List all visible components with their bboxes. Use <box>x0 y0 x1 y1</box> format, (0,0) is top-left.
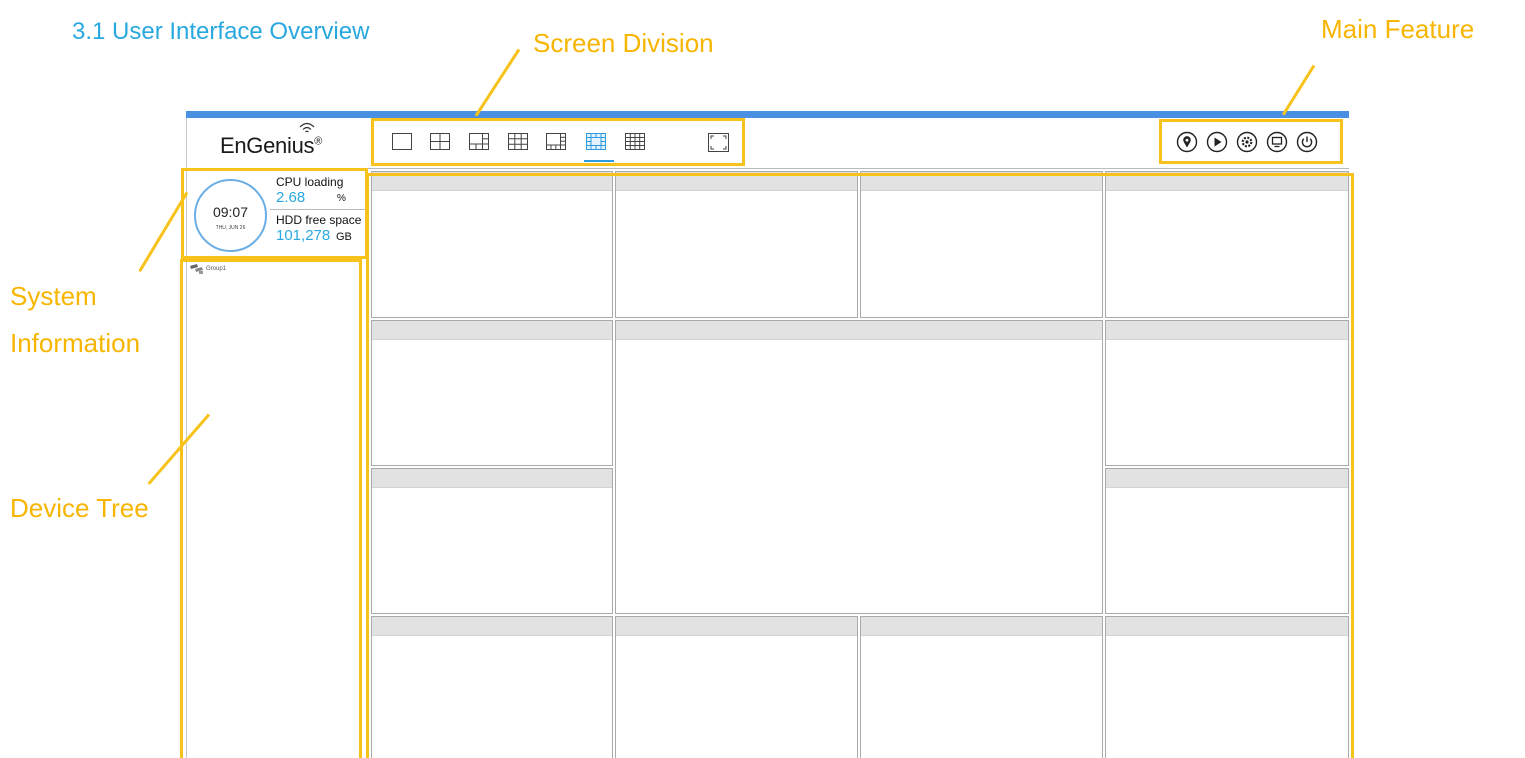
device-tree-highlight <box>180 259 362 758</box>
screen-division-highlight <box>371 118 745 166</box>
wifi-icon <box>299 122 315 133</box>
main-feature-label: Main Feature <box>1321 14 1475 44</box>
engenius-logo: EnGenius® <box>220 133 322 159</box>
system-label-line2: Information <box>10 328 141 358</box>
main-feature-highlight <box>1159 119 1343 164</box>
document-title: 3.1 User Interface Overview <box>72 18 370 45</box>
device-tree-label: Device Tree <box>10 493 149 523</box>
screen-division-leader <box>474 48 521 117</box>
app-title-bar <box>186 111 1349 118</box>
video-grid-highlight <box>366 173 1354 758</box>
registered-mark: ® <box>314 135 323 148</box>
screen-division-label: Screen Division <box>533 28 714 58</box>
brand-name: EnGenius <box>220 133 315 158</box>
main-feature-leader <box>1281 64 1316 116</box>
system-label-line1: System <box>10 281 97 311</box>
toolbar-divider <box>366 168 1349 169</box>
system-information-highlight <box>181 168 368 259</box>
